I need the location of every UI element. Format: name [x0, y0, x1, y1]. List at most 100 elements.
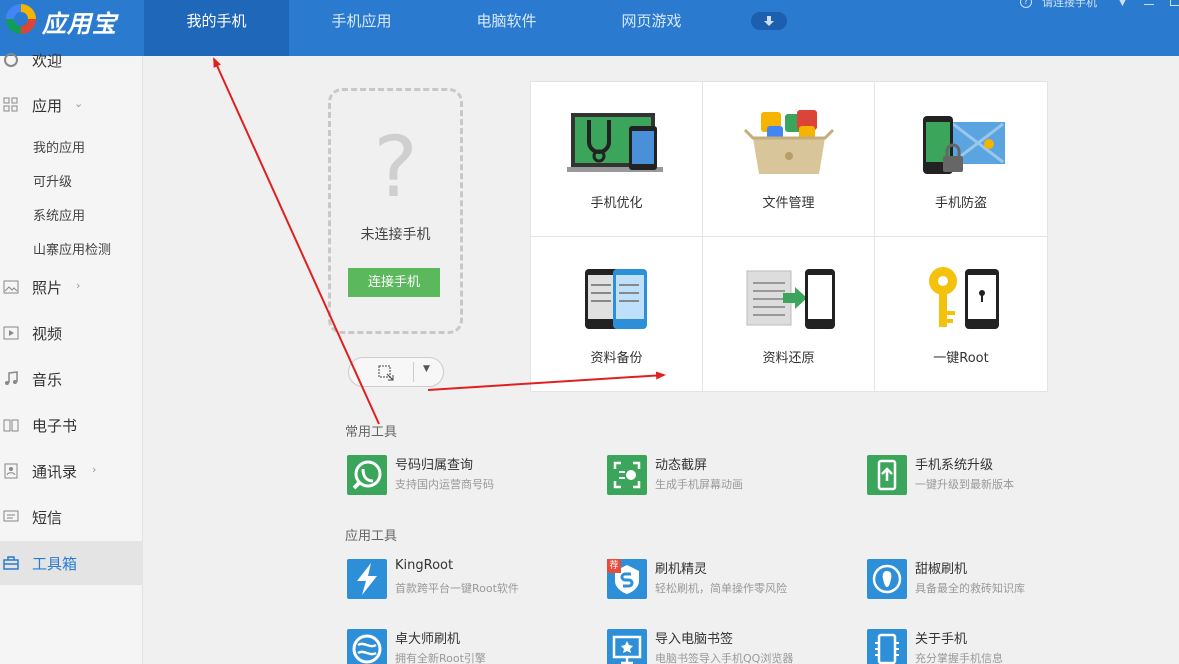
tool-name: KingRoot — [395, 558, 454, 573]
help-icon[interactable]: ? — [1020, 0, 1032, 8]
recommend-badge: 荐 — [607, 559, 621, 573]
tool-desc: 一键升级到最新版本 — [915, 478, 1014, 491]
screenshot-dropdown-icon[interactable]: ▼ — [423, 364, 430, 374]
chevron-down-icon: ⌄ — [74, 97, 84, 110]
tab-phone-apps[interactable]: 手机应用 — [289, 0, 434, 56]
sidebar-item-label: 通讯录 — [32, 463, 78, 481]
phone-upgrade-icon — [867, 455, 907, 495]
tool-kingroot[interactable]: KingRoot 首款跨平台一键Root软件 — [347, 558, 597, 605]
anti-theft-icon — [923, 116, 1005, 174]
minimize-icon[interactable] — [1144, 4, 1154, 5]
feature-label: 资料还原 — [762, 351, 815, 366]
tool-pepper-flash[interactable]: 甜椒刷机 具备最全的救砖知识库 — [867, 559, 1117, 605]
app-window: 应用宝 我的手机 手机应用 电脑软件 网页游戏 ? 请连接手机 ▼ 欢迎 应用 … — [0, 0, 1179, 664]
sidebar-item-ebook[interactable]: 电子书 — [0, 403, 143, 447]
phone-placeholder-card: ? 未连接手机 连接手机 — [328, 88, 463, 334]
about-phone-icon — [867, 629, 907, 664]
data-backup-icon — [585, 269, 647, 329]
tool-desc: 具备最全的救砖知识库 — [915, 582, 1025, 595]
top-bar: 应用宝 我的手机 手机应用 电脑软件 网页游戏 ? 请连接手机 ▼ — [0, 0, 1179, 56]
feature-anti-theft[interactable]: 手机防盗 — [875, 82, 1047, 237]
feature-data-restore[interactable]: 资料还原 — [703, 237, 875, 392]
file-manage-icon — [743, 110, 835, 174]
tool-name: 导入电脑书签 — [655, 632, 734, 647]
tool-desc: 电脑书签导入手机QQ浏览器 — [655, 652, 794, 664]
common-tools-heading: 常用工具 — [345, 425, 398, 440]
tool-number-lookup[interactable]: 号码归属查询 支持国内运营商号码 — [347, 455, 597, 501]
connect-phone-button[interactable]: 连接手机 — [348, 268, 440, 297]
app-tools-heading: 应用工具 — [345, 529, 398, 544]
sidebar-subitem-system-apps[interactable]: 系统应用 — [33, 205, 85, 224]
photo-icon — [3, 280, 19, 294]
app-brand: 应用宝 — [42, 10, 117, 38]
tool-name: 动态截屏 — [655, 458, 708, 473]
sidebar: 欢迎 应用 ⌄ 我的应用 可升级 系统应用 山寨应用检测 照片 › 视频 音乐 … — [0, 52, 143, 664]
screen-capture-icon — [607, 455, 647, 495]
tab-web-games[interactable]: 网页游戏 — [579, 0, 724, 56]
tool-desc: 轻松刷机，简单操作零风险 — [655, 582, 787, 595]
status-dropdown-icon[interactable]: ▼ — [1119, 0, 1126, 8]
sidebar-item-contacts[interactable]: 通讯录 › — [0, 449, 143, 493]
sidebar-item-video[interactable]: 视频 — [0, 311, 143, 355]
tool-name: 关于手机 — [915, 632, 968, 647]
phone-search-icon — [347, 455, 387, 495]
question-mark-icon: ? — [373, 118, 418, 216]
feature-label: 一键Root — [933, 351, 989, 366]
tab-my-phone[interactable]: 我的手机 — [144, 0, 289, 56]
tab-pc-software[interactable]: 电脑软件 — [434, 0, 579, 56]
phone-status-text: 未连接手机 — [360, 227, 431, 243]
kingroot-icon — [347, 559, 387, 599]
screenshot-button[interactable]: ▼ — [348, 357, 444, 387]
sidebar-item-apps[interactable]: 应用 ⌄ — [0, 83, 143, 127]
feature-label: 手机优化 — [590, 196, 643, 211]
tool-desc: 支持国内运营商号码 — [395, 478, 494, 491]
zhuo-master-icon — [347, 629, 387, 664]
sidebar-item-welcome[interactable]: 欢迎 — [0, 38, 143, 82]
tool-flash-genius[interactable]: 荐 刷机精灵 轻松刷机，简单操作零风险 — [607, 559, 857, 605]
chevron-right-icon: › — [92, 463, 97, 476]
feature-data-backup[interactable]: 资料备份 — [531, 237, 703, 392]
sidebar-item-label: 电子书 — [32, 417, 78, 435]
feature-one-click-root[interactable]: 一键Root — [875, 237, 1047, 392]
sidebar-subitem-my-apps[interactable]: 我的应用 — [33, 137, 85, 156]
feature-label: 文件管理 — [762, 196, 815, 211]
feature-grid: 手机优化 文件管理 手机防盗 资料备份 资料还原 一键Root — [530, 81, 1048, 392]
tool-import-bookmarks[interactable]: 导入电脑书签 电脑书签导入手机QQ浏览器 — [607, 629, 857, 664]
tool-name: 刷机精灵 — [655, 562, 708, 577]
tool-name: 号码归属查询 — [395, 458, 474, 473]
tool-about-phone[interactable]: 关于手机 充分掌握手机信息 — [867, 629, 1117, 664]
feature-label: 手机防盗 — [934, 196, 987, 211]
sidebar-item-music[interactable]: 音乐 — [0, 357, 143, 401]
feature-file-manage[interactable]: 文件管理 — [703, 82, 875, 237]
connection-status[interactable]: 请连接手机 — [1042, 0, 1097, 10]
tool-dynamic-screenshot[interactable]: 动态截屏 生成手机屏幕动画 — [607, 455, 857, 501]
sidebar-item-label: 应用 — [32, 97, 63, 115]
sidebar-item-label: 音乐 — [32, 371, 63, 389]
app-logo-icon — [6, 4, 36, 34]
feature-phone-optimize[interactable]: 手机优化 — [531, 82, 703, 237]
data-restore-icon — [746, 269, 835, 329]
apps-grid-icon — [3, 97, 18, 112]
sidebar-item-label: 照片 — [32, 279, 63, 297]
sidebar-subitem-upgradable[interactable]: 可升级 — [33, 171, 72, 190]
pepper-flash-icon — [867, 559, 907, 599]
screenshot-crop-icon — [378, 365, 394, 381]
divider — [413, 362, 414, 382]
tool-desc: 生成手机屏幕动画 — [655, 478, 743, 491]
sidebar-item-toolbox[interactable]: 工具箱 — [0, 541, 143, 585]
maximize-icon[interactable] — [1170, 0, 1179, 6]
download-button[interactable] — [751, 12, 787, 30]
sidebar-item-label: 视频 — [32, 325, 63, 343]
chevron-right-icon: › — [76, 279, 81, 292]
sidebar-item-sms[interactable]: 短信 — [0, 495, 143, 539]
tool-zhuo-master[interactable]: 卓大师刷机 拥有全新Root引擎 — [347, 629, 597, 664]
sidebar-item-photos[interactable]: 照片 › — [0, 265, 143, 309]
tool-desc: 首款跨平台一键Root软件 — [395, 582, 519, 595]
download-arrow-icon — [764, 16, 774, 26]
tool-system-upgrade[interactable]: 手机系统升级 一键升级到最新版本 — [867, 455, 1117, 501]
tool-name: 卓大师刷机 — [395, 632, 461, 647]
sidebar-subitem-fake-app-check[interactable]: 山寨应用检测 — [33, 239, 111, 258]
contacts-icon — [4, 463, 18, 479]
bookmark-import-icon — [607, 629, 647, 664]
root-key-icon — [929, 267, 999, 329]
